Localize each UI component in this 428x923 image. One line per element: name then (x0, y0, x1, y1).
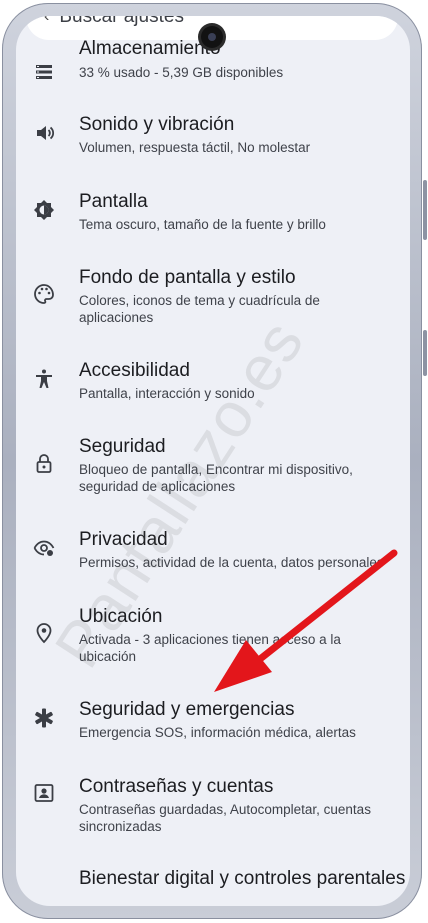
item-subtitle: Emergencia SOS, información médica, aler… (79, 725, 356, 740)
item-title: Bienestar digital y controles parentales (79, 868, 406, 889)
settings-item-wallpaper[interactable]: Fondo de pantalla y estilo Colores, icon… (16, 267, 410, 347)
search-label: Buscar ajustes (59, 16, 184, 27)
settings-item-privacy[interactable]: Privacidad Permisos, actividad de la cue… (16, 529, 410, 589)
item-title: Contraseñas y cuentas (79, 776, 274, 797)
privacy-eye-icon (33, 537, 55, 559)
item-subtitle: Contraseñas guardadas, Autocompletar, cu… (79, 802, 371, 834)
accessibility-icon (33, 368, 55, 390)
volume-icon (33, 122, 55, 144)
brightness-icon (33, 199, 55, 221)
settings-item-sound[interactable]: Sonido y vibración Volumen, respuesta tá… (16, 114, 410, 186)
item-title: Seguridad (79, 436, 166, 457)
item-title: Fondo de pantalla y estilo (79, 267, 296, 288)
settings-item-display[interactable]: Pantalla Tema oscuro, tamaño de la fuent… (16, 191, 410, 263)
item-subtitle: Volumen, respuesta táctil, No molestar (79, 140, 311, 155)
palette-icon (33, 283, 55, 305)
power-button (423, 180, 427, 240)
item-subtitle: Colores, iconos de tema y cuadrícula de … (79, 293, 320, 325)
account-box-icon (33, 782, 55, 804)
emergency-asterisk-icon (33, 707, 55, 729)
item-subtitle: Tema oscuro, tamaño de la fuente y brill… (79, 217, 326, 232)
item-title: Accesibilidad (79, 360, 190, 381)
item-title: Pantalla (79, 191, 148, 212)
front-camera (201, 26, 223, 48)
item-subtitle: 33 % usado - 5,39 GB disponibles (79, 65, 284, 80)
volume-button (423, 330, 427, 376)
search-icon: ‹ (44, 16, 50, 25)
settings-item-safety-emergency[interactable]: Seguridad y emergencias Emergencia SOS, … (16, 699, 410, 759)
storage-icon (33, 61, 55, 83)
settings-item-passwords-accounts[interactable]: Contraseñas y cuentas Contraseñas guarda… (16, 776, 410, 856)
item-title: Almacenamiento (79, 38, 221, 59)
item-title: Seguridad y emergencias (79, 699, 295, 720)
item-title: Sonido y vibración (79, 114, 235, 135)
settings-item-digital-wellbeing[interactable]: Bienestar digital y controles parentales (16, 868, 410, 906)
lock-icon (33, 452, 55, 474)
